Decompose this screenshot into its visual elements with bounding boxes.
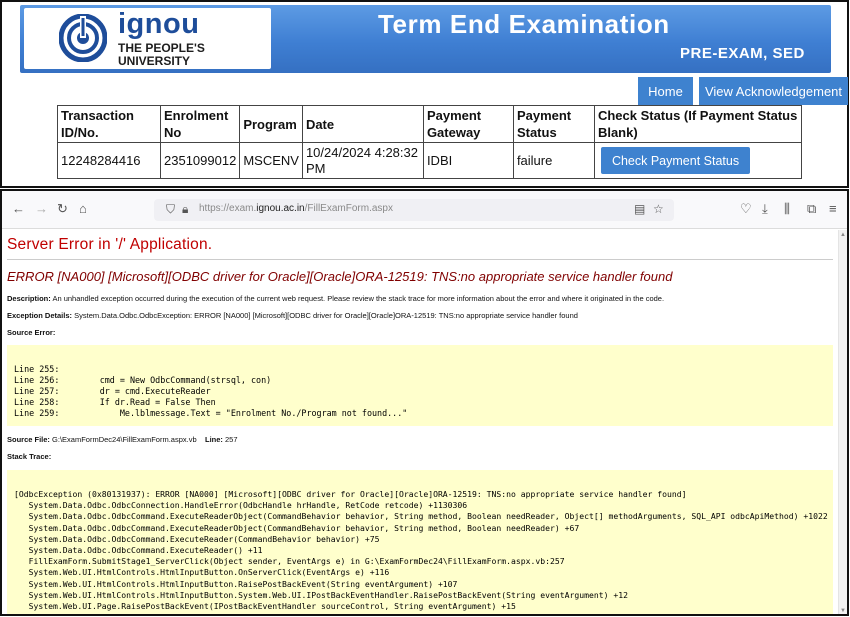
browser-toolbar: ← → ↻ ⌂ ⛉ 🔒︎ https://exam.ignou.ac.in/Fi… <box>2 191 847 229</box>
source-file-line: Source File: G:\ExamFormDec24\FillExamFo… <box>7 435 238 444</box>
divider <box>7 259 833 260</box>
stack-line: System.Web.UI.HtmlControls.HtmlInputButt… <box>14 567 390 578</box>
transaction-table: Transaction ID/No. Enrolment No Program … <box>57 105 802 179</box>
extensions-icon[interactable]: ⧉ <box>807 202 816 216</box>
header-banner: ignou THE PEOPLE'S UNIVERSITY Term End E… <box>20 5 831 73</box>
column-header: Program <box>239 105 303 143</box>
scroll-up-icon[interactable]: ▲ <box>840 232 846 238</box>
source-line: Line 259: Me.lblmessage.Text = "Enrolmen… <box>14 408 408 418</box>
stack-line: System.Web.UI.HtmlControls.HtmlInputButt… <box>14 589 628 600</box>
home-icon[interactable]: ⌂ <box>79 202 87 216</box>
table-row: 12248284416 2351099012 MSCENV 10/24/2024… <box>57 142 802 179</box>
source-error-label: Source Error: <box>7 328 56 337</box>
program-cell: MSCENV <box>239 142 303 179</box>
page-content: Server Error in '/' Application. ERROR [… <box>2 230 847 614</box>
reader-view-icon[interactable]: ▤ <box>634 202 645 216</box>
column-header: Payment Status <box>512 105 595 143</box>
source-line: Line 255: <box>14 364 60 374</box>
banner-title: Term End Examination <box>378 9 670 39</box>
column-header: Enrolment No <box>159 105 241 143</box>
scroll-down-icon[interactable]: ▼ <box>840 608 846 614</box>
payment-status-cell: failure <box>512 142 595 179</box>
download-icon[interactable]: ⤓ <box>762 202 768 216</box>
logo-wordmark: ignou <box>118 8 200 40</box>
stack-line: [OdbcException (0x80131937): ERROR [NA00… <box>14 489 687 499</box>
table-header-row: Transaction ID/No. Enrolment No Program … <box>57 105 802 143</box>
check-payment-status-button[interactable]: Check Payment Status <box>600 147 751 174</box>
error-heading: Server Error in '/' Application. <box>7 236 213 253</box>
home-button[interactable]: Home <box>638 77 693 105</box>
stack-trace-box: [OdbcException (0x80131937): ERROR [NA00… <box>7 470 833 614</box>
description-line: Description: An unhandled exception occu… <box>7 294 665 303</box>
browser-window: ← → ↻ ⌂ ⛉ 🔒︎ https://exam.ignou.ac.in/Fi… <box>0 189 849 616</box>
column-header: Payment Gateway <box>422 105 514 143</box>
enrolment-no-cell: 2351099012 <box>159 142 241 179</box>
stack-line: System.Web.UI.HtmlControls.HtmlInputButt… <box>14 578 458 589</box>
check-status-cell: Check Payment Status <box>593 142 802 179</box>
ignou-emblem-icon <box>59 14 107 62</box>
column-header: Date <box>301 105 424 143</box>
reload-icon[interactable]: ↻ <box>57 202 68 216</box>
stack-line: System.Data.Odbc.OdbcCommand.ExecuteRead… <box>14 511 828 522</box>
view-acknowledgement-button[interactable]: View Acknowledgement <box>699 77 848 105</box>
stack-line: System.Web.UI.Page.RaisePostBackEvent(IP… <box>14 601 516 612</box>
date-cell: 10/24/2024 4:28:32 PM <box>301 142 424 179</box>
menu-icon[interactable]: ≡ <box>829 202 837 216</box>
stack-line: System.Data.Odbc.OdbcCommand.ExecuteRead… <box>14 533 380 544</box>
banner-subtitle: PRE-EXAM, SED <box>680 45 805 62</box>
star-icon[interactable]: ☆ <box>653 202 664 216</box>
source-line-highlighted: Line 257: dr = cmd.ExecuteReader <box>14 386 211 396</box>
stack-trace-label: Stack Trace: <box>7 452 52 461</box>
column-header: Transaction ID/No. <box>57 105 161 143</box>
stack-trace-text: [OdbcException (0x80131937): ERROR [NA00… <box>14 489 828 612</box>
address-bar[interactable]: ⛉ 🔒︎ https://exam.ignou.ac.in/FillExamFo… <box>154 199 674 221</box>
stack-line: System.Data.Odbc.OdbcConnection.HandleEr… <box>14 500 468 511</box>
source-line: Line 256: cmd = New OdbcCommand(strsql, … <box>14 375 272 385</box>
stack-line: System.Data.Odbc.OdbcCommand.ExecuteRead… <box>14 545 263 556</box>
error-message: ERROR [NA000] [Microsoft][ODBC driver fo… <box>7 269 673 284</box>
vertical-scrollbar[interactable]: ▲ ▼ <box>838 230 847 614</box>
column-header: Check Status (If Payment Status Blank) <box>593 105 802 143</box>
shield-icon[interactable]: ⛉ <box>166 202 175 217</box>
logo-tagline-2: UNIVERSITY <box>118 54 191 68</box>
transaction-id-cell: 12248284416 <box>57 142 161 179</box>
gateway-cell: IDBI <box>422 142 514 179</box>
pocket-icon[interactable]: ♡ <box>740 202 752 216</box>
ignou-logo[interactable]: ignou THE PEOPLE'S UNIVERSITY <box>24 8 271 69</box>
exception-details-line: Exception Details: System.Data.Odbc.Odbc… <box>7 311 578 320</box>
source-line: Line 258: If dr.Read = False Then <box>14 397 216 407</box>
forward-icon[interactable]: → <box>35 202 48 216</box>
library-icon[interactable]: ⫼ <box>784 202 790 216</box>
url-text[interactable]: https://exam.ignou.ac.in/FillExamForm.as… <box>199 203 393 214</box>
back-icon[interactable]: ← <box>12 202 25 216</box>
source-error-box: Line 255: Line 256: cmd = New OdbcComman… <box>7 345 833 426</box>
logo-tagline-1: THE PEOPLE'S <box>118 41 205 55</box>
stack-line: FillExamForm.SubmitStage1_ServerClick(Ob… <box>14 556 565 567</box>
lock-icon[interactable]: 🔒︎ <box>182 202 188 217</box>
stack-line: System.Data.Odbc.OdbcCommand.ExecuteRead… <box>14 522 580 533</box>
exam-portal-panel: ignou THE PEOPLE'S UNIVERSITY Term End E… <box>0 0 849 188</box>
